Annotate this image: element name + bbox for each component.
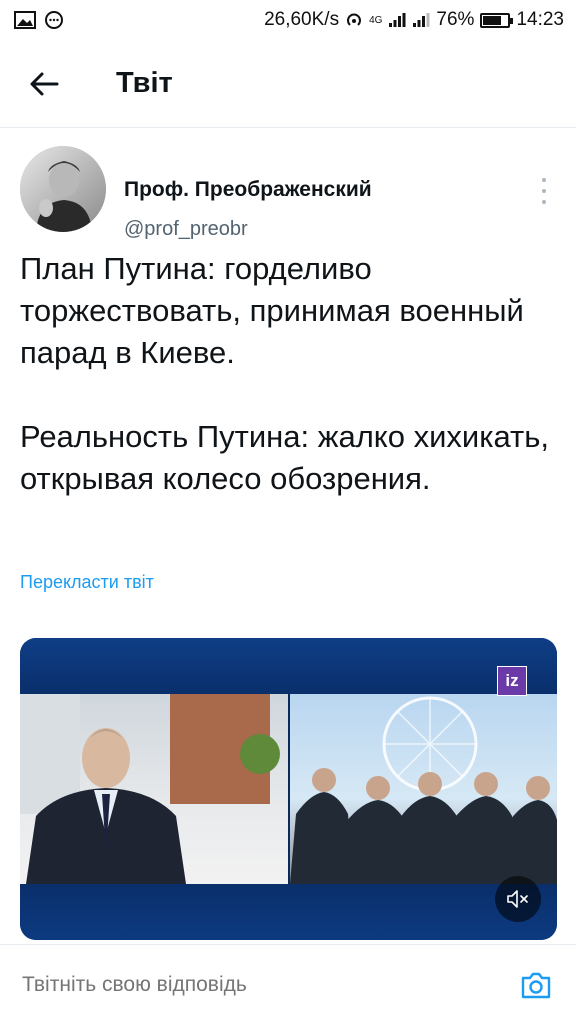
reply-input[interactable] (22, 973, 482, 997)
translate-tweet-link[interactable]: Перекласти твіт (20, 572, 154, 593)
arrow-left-icon (30, 72, 59, 95)
status-bar: 26,60K/s 4G 76% 14:23 (0, 0, 576, 40)
battery-percent: 76% (436, 9, 475, 30)
app-header: Твіт (0, 40, 576, 128)
tweet-text: План Путина: горделиво торжествовать, пр… (20, 248, 560, 500)
camera-icon (521, 972, 551, 999)
mute-button[interactable] (495, 876, 541, 922)
chat-bubble-icon (44, 10, 64, 30)
tweet-video[interactable]: iz (20, 638, 557, 940)
channel-logo: iz (497, 666, 527, 696)
signal-icon (388, 12, 406, 28)
status-left (14, 10, 64, 30)
battery-icon (480, 12, 514, 28)
more-options-button[interactable] (534, 178, 554, 204)
clock: 14:23 (516, 9, 564, 30)
video-right-frame (290, 694, 557, 884)
avatar[interactable] (20, 146, 106, 232)
back-button[interactable] (14, 54, 74, 114)
signal-icon-2 (412, 12, 430, 28)
reply-bar (0, 944, 576, 1024)
tweet-paragraph: План Путина: горделиво торжествовать, пр… (20, 251, 524, 370)
speaker-muted-icon (507, 890, 528, 908)
author-handle[interactable]: @prof_preobr (124, 218, 248, 241)
more-dot-icon (542, 178, 546, 182)
video-left-frame (20, 694, 288, 884)
status-right: 26,60K/s 4G 76% 14:23 (264, 9, 564, 31)
video-bottom-band (20, 884, 557, 940)
page-title: Твіт (116, 67, 173, 99)
network-speed: 26,60K/s (264, 9, 340, 30)
network-type: 4G (369, 14, 383, 26)
battery-fill (483, 15, 502, 25)
image-icon (14, 11, 36, 29)
author-name[interactable]: Проф. Преображенский (124, 178, 372, 202)
video-top-band (20, 638, 557, 694)
hotspot-icon (345, 11, 363, 29)
author-row: Проф. Преображенский @prof_preobr (20, 146, 560, 240)
more-dot-icon (542, 200, 546, 204)
tweet-paragraph: Реальность Путина: жалко хихикать, откры… (20, 419, 549, 496)
camera-button[interactable] (518, 967, 554, 1003)
more-dot-icon (542, 189, 546, 193)
